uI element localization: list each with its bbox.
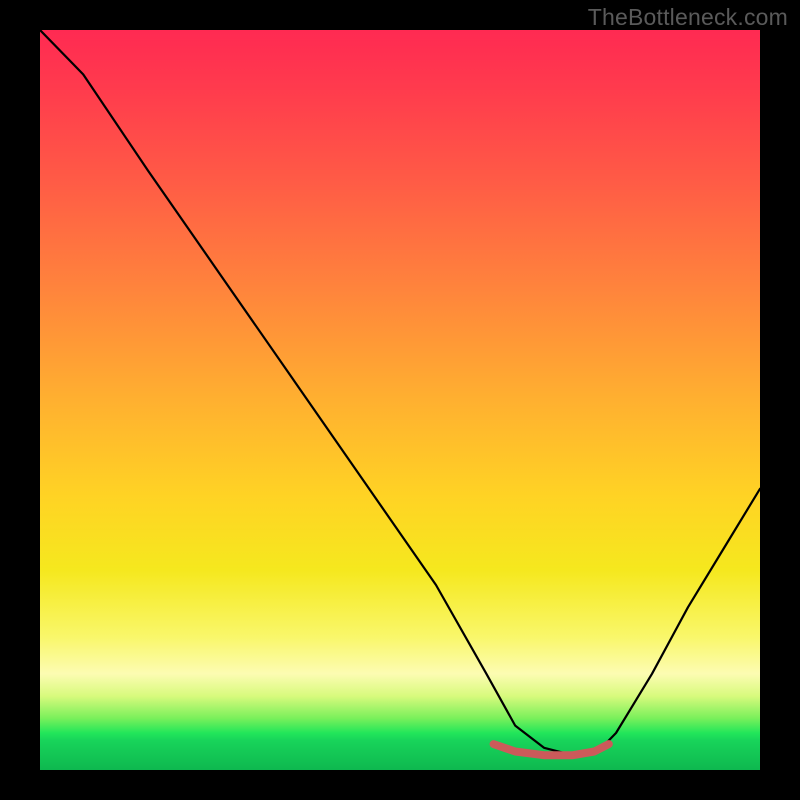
chart-frame: TheBottleneck.com	[0, 0, 800, 800]
watermark-text: TheBottleneck.com	[588, 4, 788, 31]
bottleneck-curve-path	[40, 30, 760, 755]
curve-layer	[40, 30, 760, 770]
plot-area	[40, 30, 760, 770]
